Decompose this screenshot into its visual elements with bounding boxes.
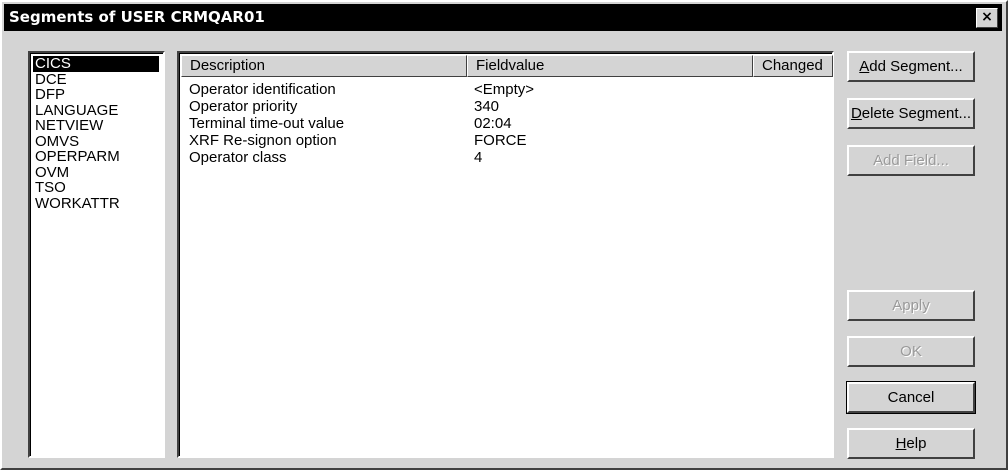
cell-fieldvalue: FORCE (474, 132, 527, 149)
add-field-button[interactable]: Add Field... (847, 145, 975, 176)
column-header-description[interactable]: Description (181, 55, 467, 77)
segment-item-language[interactable]: LANGUAGE (33, 102, 159, 119)
segment-item-ovm[interactable]: OVM (33, 164, 159, 181)
segment-item-operparm[interactable]: OPERPARM (33, 149, 159, 165)
segment-item-omvs[interactable]: OMVS (33, 133, 159, 150)
cancel-button[interactable]: Cancel (846, 381, 976, 414)
cell-fieldvalue: 340 (474, 98, 500, 115)
add-segment-button[interactable]: Add Segment... (847, 51, 975, 82)
segment-list[interactable]: CICS DCE DFP LANGUAGE NETVIEW OMVS OPERP… (28, 51, 165, 458)
segment-item-cics[interactable]: CICS (33, 56, 159, 72)
segments-dialog: Segments of USER CRMQAR01 × CICS DCE DFP… (0, 0, 1008, 470)
title-bar: Segments of USER CRMQAR01 × (4, 4, 1002, 31)
segment-item-netview[interactable]: NETVIEW (33, 118, 159, 134)
segment-item-dce[interactable]: DCE (33, 71, 159, 88)
segment-item-dfp[interactable]: DFP (33, 87, 159, 103)
window-title: Segments of USER CRMQAR01 (9, 8, 265, 26)
cell-fieldvalue: <Empty> (474, 81, 535, 98)
help-mnemonic: H (895, 435, 907, 452)
cell-description: Terminal time-out value (189, 115, 345, 132)
apply-button[interactable]: Apply (847, 290, 975, 321)
column-header-fieldvalue[interactable]: Fieldvalue (467, 55, 753, 77)
cell-fieldvalue: 4 (474, 149, 483, 166)
cell-description: Operator identification (189, 81, 336, 98)
help-button[interactable]: Help (847, 428, 975, 459)
column-header-changed[interactable]: Changed (753, 55, 833, 77)
cell-description: Operator priority (189, 98, 298, 115)
cell-description: XRF Re-signon option (189, 132, 337, 149)
segment-item-tso[interactable]: TSO (33, 180, 159, 196)
delete-segment-button[interactable]: Delete Segment... (847, 98, 975, 129)
help-label: elp (906, 435, 927, 452)
cell-fieldvalue: 02:04 (474, 115, 512, 132)
fields-table: Description Fieldvalue Changed Operator … (177, 51, 834, 458)
add-segment-mnemonic: A (859, 58, 870, 75)
delete-segment-mnemonic: D (850, 105, 862, 122)
close-icon: × (981, 9, 993, 25)
delete-segment-label: elete Segment... (861, 105, 972, 122)
close-button[interactable]: × (976, 8, 998, 28)
ok-button[interactable]: OK (847, 336, 975, 367)
cell-description: Operator class (189, 149, 287, 166)
add-segment-label: dd Segment... (869, 58, 963, 75)
table-header: Description Fieldvalue Changed (181, 55, 833, 77)
segment-item-workattr[interactable]: WORKATTR (33, 195, 159, 212)
